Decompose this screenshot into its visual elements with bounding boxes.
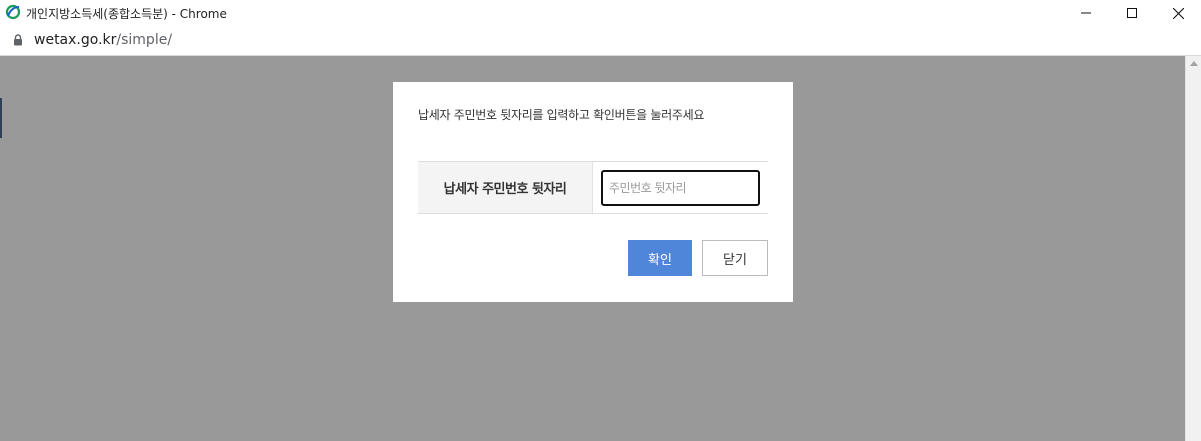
dialog-message: 납세자 주민번호 뒷자리를 입력하고 확인버튼을 눌러주세요 (418, 108, 705, 122)
close-window-button[interactable] (1155, 0, 1201, 26)
scrollbar[interactable] (1185, 56, 1201, 441)
app-icon (5, 4, 21, 20)
url-host: wetax.go.kr (34, 32, 117, 48)
ssn-form-row: 납세자 주민번호 뒷자리 (418, 161, 768, 214)
window-titlebar: 개인지방소득세(종합소득분) - Chrome (0, 0, 1201, 26)
close-button[interactable]: 닫기 (702, 240, 768, 276)
maximize-icon (1127, 8, 1137, 18)
lock-icon (14, 34, 22, 46)
confirm-button[interactable]: 확인 (628, 240, 692, 276)
ssn-input[interactable] (601, 170, 760, 206)
address-bar[interactable]: wetax.go.kr/simple/ (0, 26, 1201, 56)
ssn-field-label: 납세자 주민번호 뒷자리 (418, 162, 593, 213)
maximize-button[interactable] (1109, 0, 1155, 26)
verification-dialog: 납세자 주민번호 뒷자리를 입력하고 확인버튼을 눌러주세요 납세자 주민번호 … (393, 82, 793, 302)
minimize-icon (1081, 12, 1091, 14)
scroll-up-icon (1189, 61, 1198, 66)
background-edge (0, 98, 2, 138)
minimize-button[interactable] (1063, 0, 1109, 26)
url-text[interactable]: wetax.go.kr/simple/ (34, 32, 172, 48)
close-icon (1172, 7, 1184, 19)
scroll-up-button[interactable] (1186, 56, 1201, 71)
window-title: 개인지방소득세(종합소득분) - Chrome (26, 7, 227, 21)
url-path: /simple/ (116, 32, 173, 48)
